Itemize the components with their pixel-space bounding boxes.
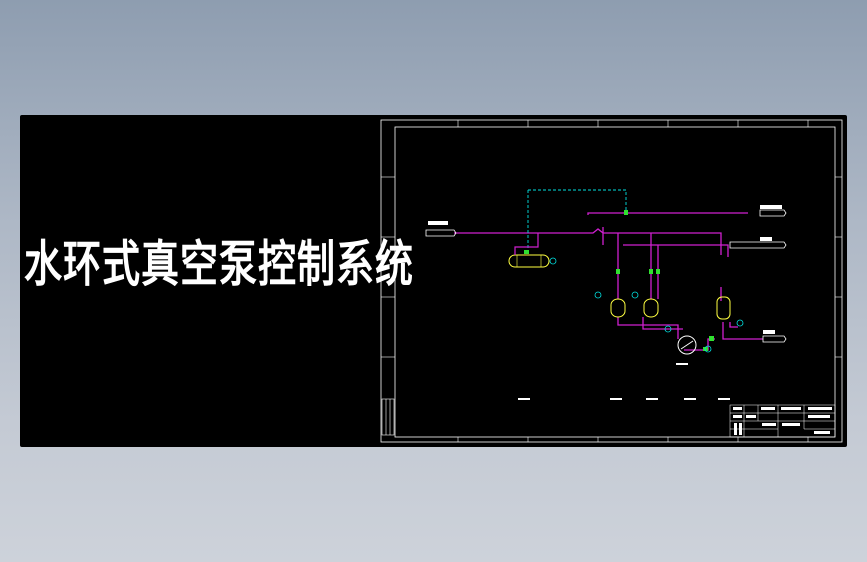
engineering-drawing: [380, 119, 843, 443]
left-margin-ticks: [381, 176, 395, 436]
line-terminals: [425, 209, 787, 343]
drawing-title: 水环式真空泵控制系统: [24, 234, 415, 293]
pump-icon: [677, 335, 697, 355]
inner-frame: [394, 126, 836, 438]
top-zone-ticks: [457, 120, 809, 127]
heat-exchanger-icon: [508, 254, 550, 268]
process-piping: [454, 212, 763, 351]
right-margin-ticks: [835, 176, 842, 358]
signal-line: [527, 189, 627, 252]
instrument-bubble-icon: [549, 257, 557, 265]
valve-icon: [524, 210, 714, 351]
outer-frame: [380, 119, 843, 443]
line-terminal-labels: [428, 205, 782, 334]
bottom-zone-ticks: [457, 437, 809, 442]
separator-tank-icon: [610, 296, 731, 320]
equipment-tags: [518, 363, 730, 400]
